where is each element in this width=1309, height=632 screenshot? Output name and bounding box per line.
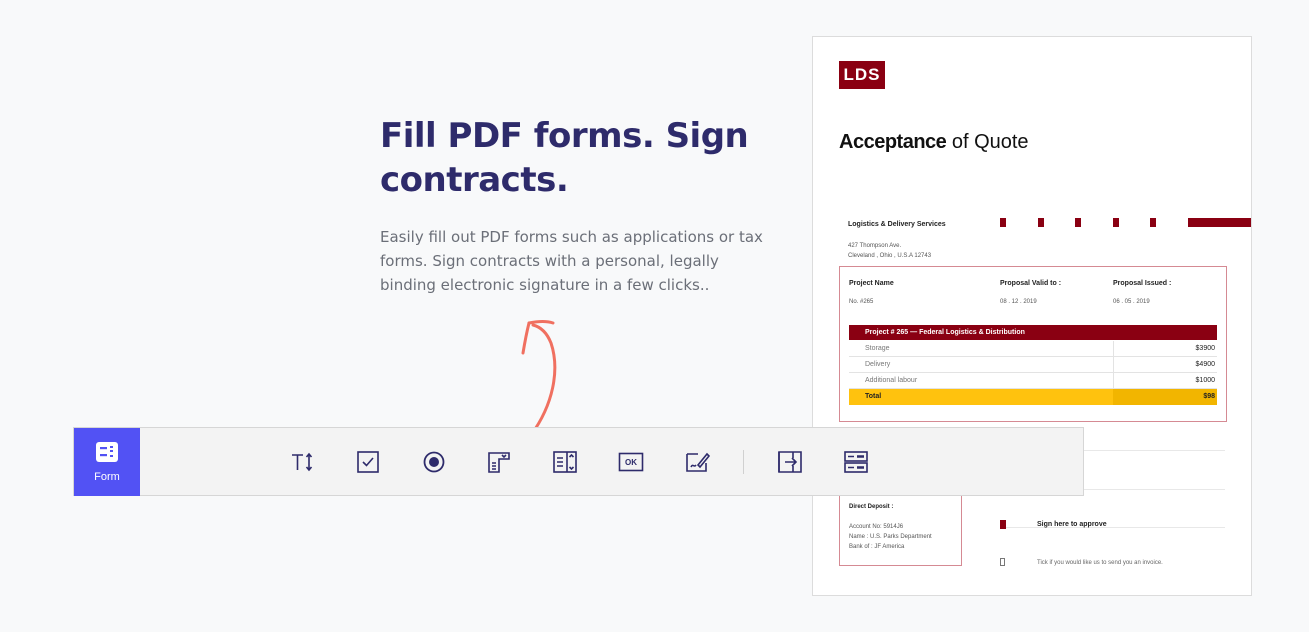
dropdown-icon: [488, 452, 510, 473]
pdf-document-preview: LDS Acceptance of Quote Logistics & Deli…: [812, 36, 1252, 596]
total-value: $98: [1113, 389, 1217, 405]
form-fields-icon: [844, 451, 868, 473]
button-tool[interactable]: OK: [618, 449, 644, 475]
list-box-tool[interactable]: [552, 449, 578, 475]
document-title: Acceptance of Quote: [839, 131, 1029, 154]
table-row: Delivery $4900: [849, 357, 1217, 373]
deposit-line: Account No: 5914J6: [849, 524, 904, 530]
form-tab-label: Form: [94, 471, 120, 483]
row-amount: $1000: [1195, 377, 1215, 384]
decor-dash: [1075, 218, 1081, 227]
row-item: Additional labour: [865, 377, 918, 384]
import-tool[interactable]: [777, 449, 803, 475]
import-icon: [778, 451, 802, 473]
form-toolbar: Form OK: [73, 427, 1084, 496]
address-line: Cleveland , Ohio , U.S.A 12743: [848, 253, 932, 259]
issued-value: 06 . 05 . 2019: [1113, 299, 1150, 305]
sign-here-label: Sign here to approve: [1037, 521, 1107, 528]
table-row: Additional labour $1000: [849, 373, 1217, 389]
hero-title: Fill PDF forms. Sign contracts.: [380, 116, 749, 200]
company-logo: LDS: [839, 61, 885, 89]
checkbox-icon: [357, 451, 379, 473]
total-row: Total $98: [849, 389, 1217, 405]
deposit-line: Name : U.S. Parks Department: [849, 534, 932, 540]
text-field-tool[interactable]: [289, 449, 315, 475]
radio-button-tool[interactable]: [421, 449, 447, 475]
toolbar-divider: [743, 450, 744, 474]
ok-label: OK: [625, 458, 637, 467]
deposit-title: Direct Deposit :: [849, 504, 894, 510]
decor-dash: [1000, 218, 1006, 227]
project-name-label: Project Name: [849, 280, 894, 287]
signature-icon: [686, 452, 710, 472]
list-box-icon: [553, 451, 577, 473]
signature-tool[interactable]: [684, 449, 710, 475]
decor-dash: [1113, 218, 1119, 227]
document-title-rest: of Quote: [946, 131, 1029, 153]
direct-deposit-box: Direct Deposit : Account No: 5914J6 Name…: [839, 492, 962, 566]
text-field-icon: [292, 452, 313, 472]
project-header-bar: Project # 265 — Federal Logistics & Dist…: [849, 325, 1217, 340]
form-icon: [96, 442, 118, 462]
invoice-checkbox[interactable]: [1000, 558, 1005, 566]
document-title-bold: Acceptance: [839, 131, 947, 153]
radio-button-icon: [423, 451, 445, 473]
row-item: Storage: [865, 345, 890, 352]
signature-marker: [1000, 520, 1006, 529]
row-amount: $4900: [1195, 361, 1215, 368]
company-name: Logistics & Delivery Services: [848, 221, 946, 228]
address-line: 427 Thompson Ave.: [848, 243, 902, 249]
decor-bar: [1188, 218, 1251, 227]
quote-details-box: Project Name No. #265 Proposal Valid to …: [839, 266, 1227, 422]
valid-to-label: Proposal Valid to :: [1000, 280, 1062, 287]
issued-label: Proposal Issued :: [1113, 280, 1172, 287]
total-label: Total: [865, 393, 882, 400]
row-amount: $3900: [1195, 345, 1215, 352]
decor-dash: [1150, 218, 1156, 227]
form-tab[interactable]: Form: [74, 428, 140, 496]
decor-dash: [1038, 218, 1044, 227]
invoice-checkbox-label: Tick if you would like us to send you an…: [1037, 560, 1163, 566]
arrow-doodle-icon: [521, 320, 557, 437]
valid-to-value: 08 . 12 . 2019: [1000, 299, 1037, 305]
dropdown-tool[interactable]: [486, 449, 512, 475]
divider-line: [1000, 527, 1225, 528]
project-name-value: No. #265: [849, 299, 874, 305]
row-item: Delivery: [865, 361, 891, 368]
checkbox-tool[interactable]: [355, 449, 381, 475]
company-address: 427 Thompson Ave. Cleveland , Ohio , U.S…: [848, 241, 931, 261]
deposit-line: Bank of : JF America: [849, 544, 905, 550]
deposit-details: Account No: 5914J6 Name : U.S. Parks Dep…: [849, 522, 932, 552]
table-row: Storage $3900: [849, 341, 1217, 357]
form-fields-tool[interactable]: [843, 449, 869, 475]
hero-description: Easily fill out PDF forms such as applic…: [380, 228, 763, 294]
button-icon: OK: [618, 452, 644, 472]
